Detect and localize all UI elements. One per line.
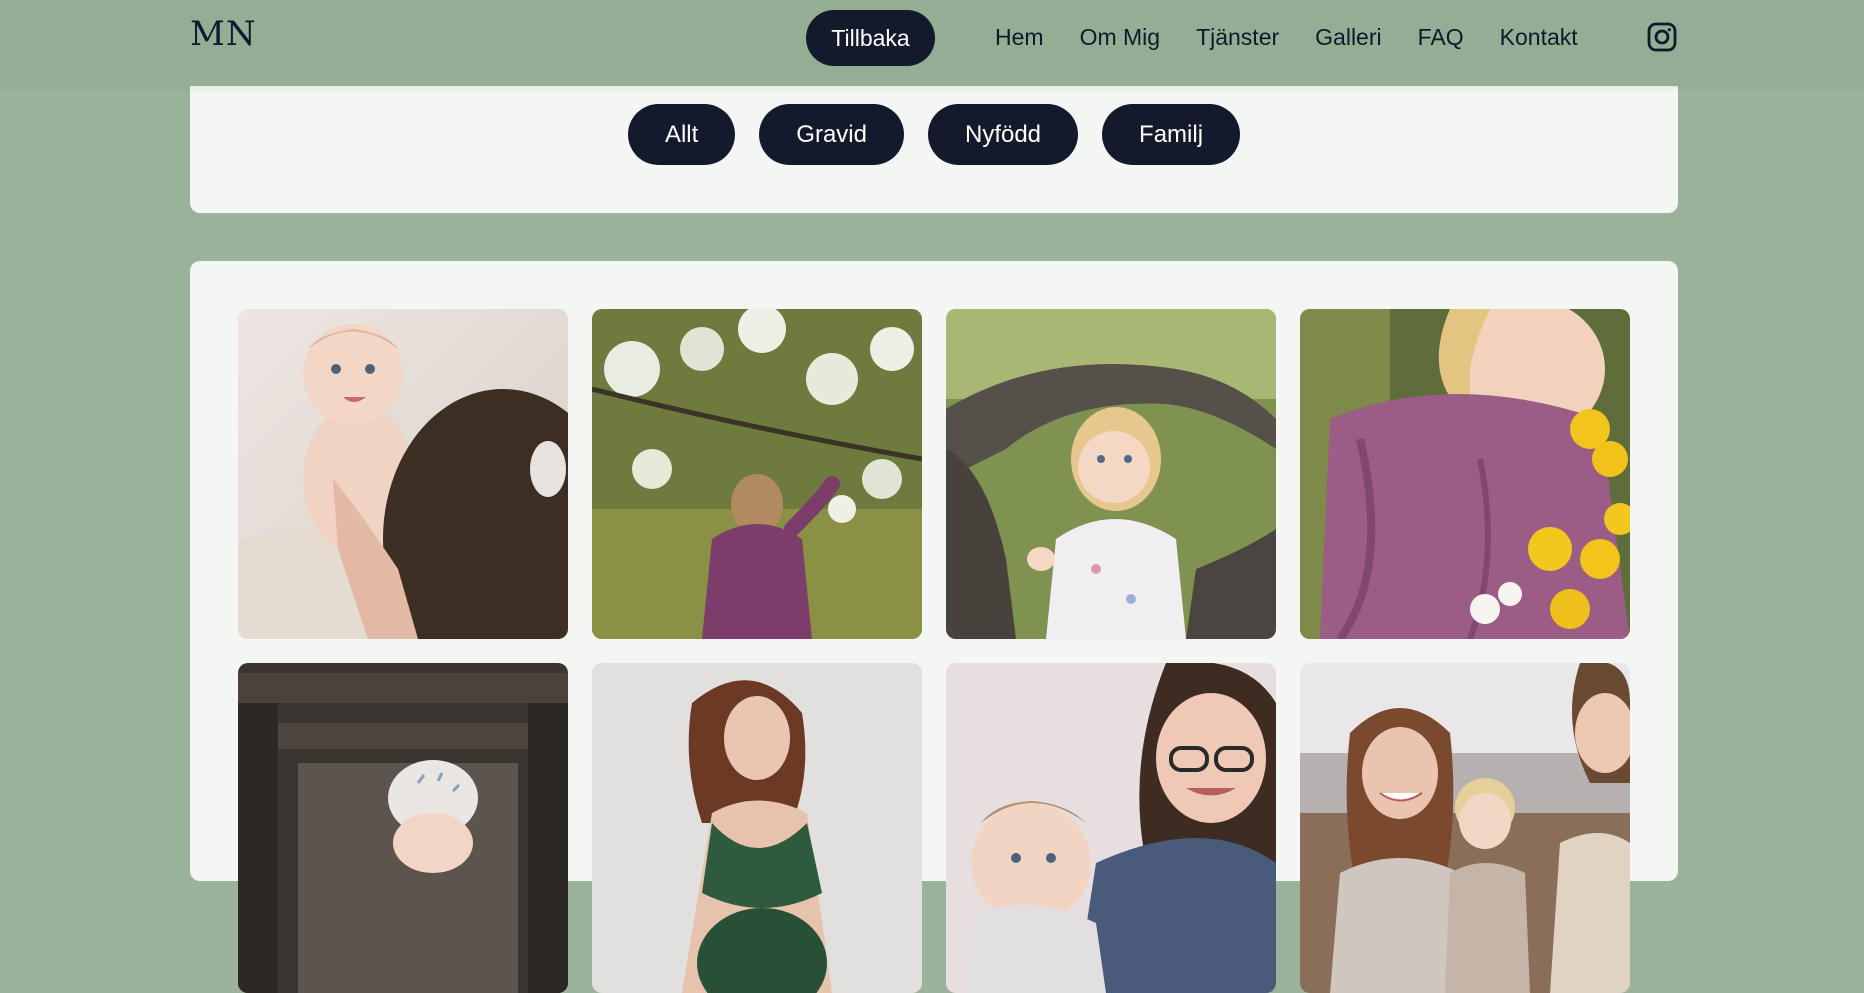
filter-all-button[interactable]: Allt — [627, 104, 736, 165]
site-logo[interactable]: MN — [190, 14, 257, 54]
baby-with-parent-photo[interactable] — [238, 309, 568, 639]
nav-link-contact[interactable]: Kontakt — [1500, 24, 1578, 51]
baby-in-wooden-crib-photo[interactable] — [238, 663, 568, 993]
nav-link-about[interactable]: Om Mig — [1080, 24, 1161, 51]
gallery-panel — [190, 261, 1678, 993]
nav-link-services[interactable]: Tjänster — [1196, 24, 1279, 51]
nav-link-home[interactable]: Hem — [995, 24, 1044, 51]
main-nav: Hem Om Mig Tjänster Galleri FAQ Kontakt — [995, 24, 1614, 51]
nav-link-faq[interactable]: FAQ — [1418, 24, 1464, 51]
mother-with-baby-photo[interactable] — [946, 663, 1276, 993]
filter-family-button[interactable]: Familj — [1102, 104, 1241, 165]
family-outdoors-photo[interactable] — [1300, 663, 1630, 993]
pregnant-woman-photo[interactable] — [592, 663, 922, 993]
child-smelling-dandelions-photo[interactable] — [1300, 309, 1630, 639]
back-button[interactable]: Tillbaka — [806, 10, 935, 66]
site-header: MN Tillbaka Hem Om Mig Tjänster Galleri … — [0, 0, 1864, 86]
nav-link-gallery[interactable]: Galleri — [1315, 24, 1381, 51]
filter-pregnant-button[interactable]: Gravid — [759, 104, 904, 165]
filter-newborn-button[interactable]: Nyfödd — [927, 104, 1079, 165]
filter-buttons: Allt Gravid Nyfödd Familj — [190, 104, 1678, 165]
photo-grid — [238, 309, 1630, 993]
instagram-icon[interactable] — [1647, 22, 1677, 52]
toddler-by-tree-trunk-photo[interactable] — [946, 309, 1276, 639]
toddler-under-blossom-tree-photo[interactable] — [592, 309, 922, 639]
